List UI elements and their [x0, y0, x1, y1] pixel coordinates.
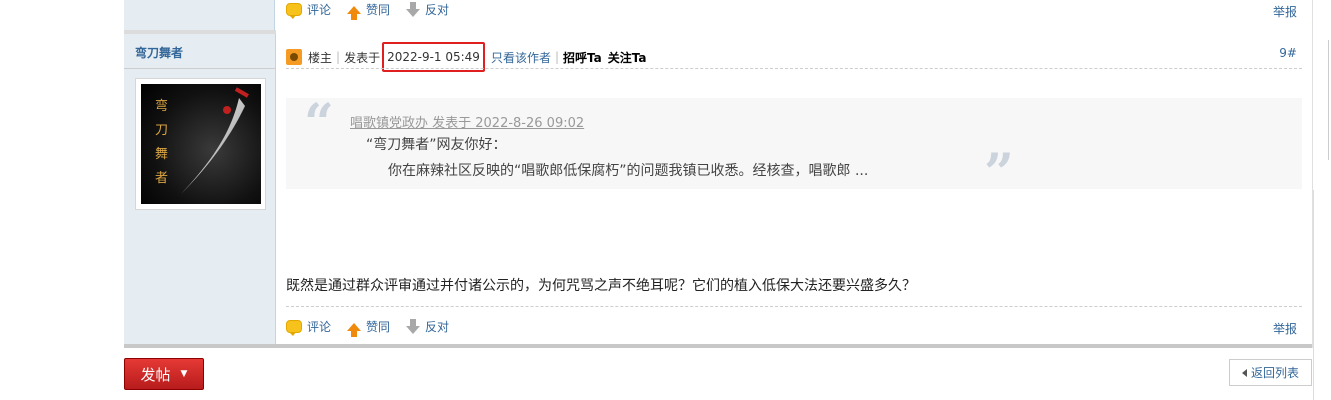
open-quote-icon: “	[304, 93, 334, 154]
avatar[interactable]: 弯 刀 舞 者	[135, 78, 266, 210]
close-quote-icon: ”	[984, 143, 1014, 204]
follow-link[interactable]: 关注Ta	[608, 49, 647, 66]
svg-text:者: 者	[155, 171, 168, 186]
dislike-button[interactable]: 反对	[406, 318, 449, 335]
author-divider	[124, 68, 275, 69]
arrow-left-icon	[1241, 368, 1247, 377]
author-name-link[interactable]: 弯刀舞者	[135, 44, 183, 61]
sword-picture-icon: 弯 刀 舞 者	[155, 87, 249, 194]
svg-text:舞: 舞	[155, 147, 168, 162]
avatar-image: 弯 刀 舞 者	[141, 84, 261, 204]
only-author-link[interactable]: 只看该作者	[491, 49, 551, 66]
comment-icon	[286, 3, 302, 19]
thumbs-down-arrow-icon	[406, 1, 421, 17]
back-to-list-button[interactable]: 返回列表	[1229, 359, 1312, 386]
prev-post-sidebar	[124, 0, 275, 30]
comment-button[interactable]: 评论	[286, 1, 331, 19]
like-button[interactable]: 赞同	[347, 318, 390, 337]
edge-panel	[1313, 190, 1331, 400]
author-sidebar: 弯刀舞者 弯 刀 舞 者	[124, 34, 276, 344]
like-button[interactable]: 赞同	[347, 1, 390, 20]
comment-button[interactable]: 评论	[286, 318, 331, 336]
op-label: 楼主	[308, 50, 333, 65]
new-post-button[interactable]: 发帖 ▼	[124, 358, 204, 390]
thumbs-down-arrow-icon	[406, 318, 421, 334]
header-divider	[286, 68, 1302, 69]
greet-link[interactable]: 招呼Ta	[563, 49, 602, 66]
report-link[interactable]: 举报	[1273, 320, 1297, 337]
post-actions: 评论 赞同 反对	[286, 318, 459, 337]
prev-post-actions: 评论 赞同 反对	[286, 1, 459, 20]
report-link[interactable]: 举报	[1273, 3, 1297, 20]
quote-source-link[interactable]: 唱歌镇党政办 发表于 2022-8-26 09:02	[350, 112, 584, 131]
svg-text:刀: 刀	[155, 123, 168, 138]
post-content: 评论 赞同 反对 举报 楼主 | 发表于 2022-9-1 05:49 只看该作…	[276, 0, 1312, 344]
caret-down-icon: ▼	[180, 369, 188, 379]
comment-icon	[286, 320, 302, 336]
floor-number[interactable]: 9#	[1279, 46, 1297, 60]
dislike-button[interactable]: 反对	[406, 1, 449, 18]
thumbs-up-arrow-icon	[347, 5, 362, 20]
quote-block: “ 唱歌镇党政办 发表于 2022-8-26 09:02 “弯刀舞者”网友你好：…	[286, 93, 1302, 200]
body-divider	[286, 306, 1302, 307]
thumbs-up-arrow-icon	[347, 322, 362, 337]
svg-text:弯: 弯	[155, 98, 168, 114]
posted-prefix: 发表于	[344, 50, 381, 65]
op-icon	[286, 49, 302, 65]
post-body: 既然是通过群众评审通过并付诸公示的，为何咒骂之声不绝耳呢？它们的植入低保大法还要…	[286, 278, 916, 294]
quote-line: “弯刀舞者”网友你好：	[366, 137, 507, 153]
post-bottom-separator	[124, 344, 1312, 348]
quote-line: 你在麻辣社区反映的“唱歌郎低保腐朽”的问题我镇已收悉。经核查，唱歌郎 ...	[388, 163, 869, 179]
